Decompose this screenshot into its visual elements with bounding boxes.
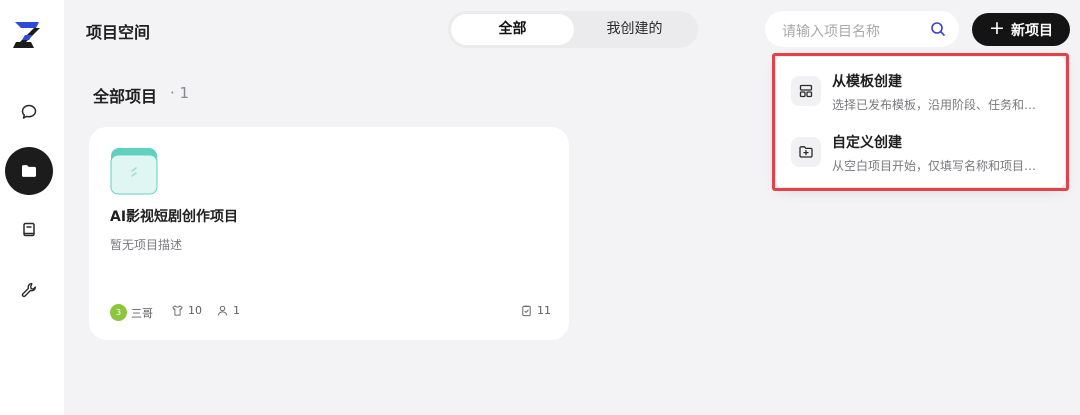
section-count: · 1 [170,84,190,102]
folder-icon [22,165,36,177]
project-members: 1 [216,304,240,317]
project-tasks: 11 [520,304,551,317]
shirt-icon [172,305,183,316]
owner-name: 三哥 [131,306,153,320]
new-project-button[interactable]: + 新项目 [972,13,1070,46]
search-icon[interactable] [930,21,946,37]
tab-created-by-me[interactable]: 我创建的 [574,14,695,45]
sidebar-item-projects[interactable] [5,147,53,195]
wrench-icon [21,282,37,298]
plus-icon: + [989,17,1005,39]
roles-count: 10 [188,304,202,317]
project-description: 暂无项目描述 [110,238,183,252]
folder-plus-icon [791,137,821,167]
menu-item-custom[interactable]: 自定义创建 从空白项目开始，仅填写名称和项目… [788,130,1058,180]
menu-item-title: 从模板创建 [832,74,902,90]
menu-item-from-template[interactable]: 从模板创建 选择已发布模板，沿用阶段、任务和… [788,69,1058,119]
new-project-label: 新项目 [1010,22,1053,39]
sidebar [0,0,64,415]
tab-all[interactable]: 全部 [451,14,574,45]
menu-item-description: 选择已发布模板，沿用阶段、任务和… [832,98,1037,112]
section-title: 全部项目 [93,87,158,106]
tasks-count: 11 [537,304,551,317]
avatar: 3 [110,304,127,321]
chat-icon [21,104,37,119]
search-input[interactable]: 请输入项目名称 [782,21,880,41]
new-project-menu: 从模板创建 选择已发布模板，沿用阶段、任务和… 自定义创建 从空白项目开始，仅填… [776,57,1065,187]
sidebar-item-chat[interactable] [5,88,53,136]
project-thumbnail [110,148,158,195]
template-icon [791,76,821,106]
members-count: 1 [233,304,240,317]
menu-item-description: 从空白项目开始，仅填写名称和项目… [832,159,1037,173]
page-title: 项目空间 [86,23,151,42]
user-icon [217,305,228,316]
project-owner: 3 三哥 [110,304,153,321]
project-roles: 10 [171,304,202,317]
filter-tabs: 全部 我创建的 [448,11,698,48]
app-logo[interactable] [12,18,46,52]
sidebar-item-library[interactable] [5,206,53,254]
project-title[interactable]: AI影视短剧创作项目 [110,206,238,226]
book-icon [23,222,35,237]
project-card[interactable]: AI影视短剧创作项目 暂无项目描述 3 三哥 10 1 11 [89,127,569,340]
clipboard-check-icon [522,305,531,317]
sidebar-item-tools[interactable] [5,266,53,314]
menu-item-title: 自定义创建 [832,135,902,151]
search-box[interactable]: 请输入项目名称 [765,11,959,47]
